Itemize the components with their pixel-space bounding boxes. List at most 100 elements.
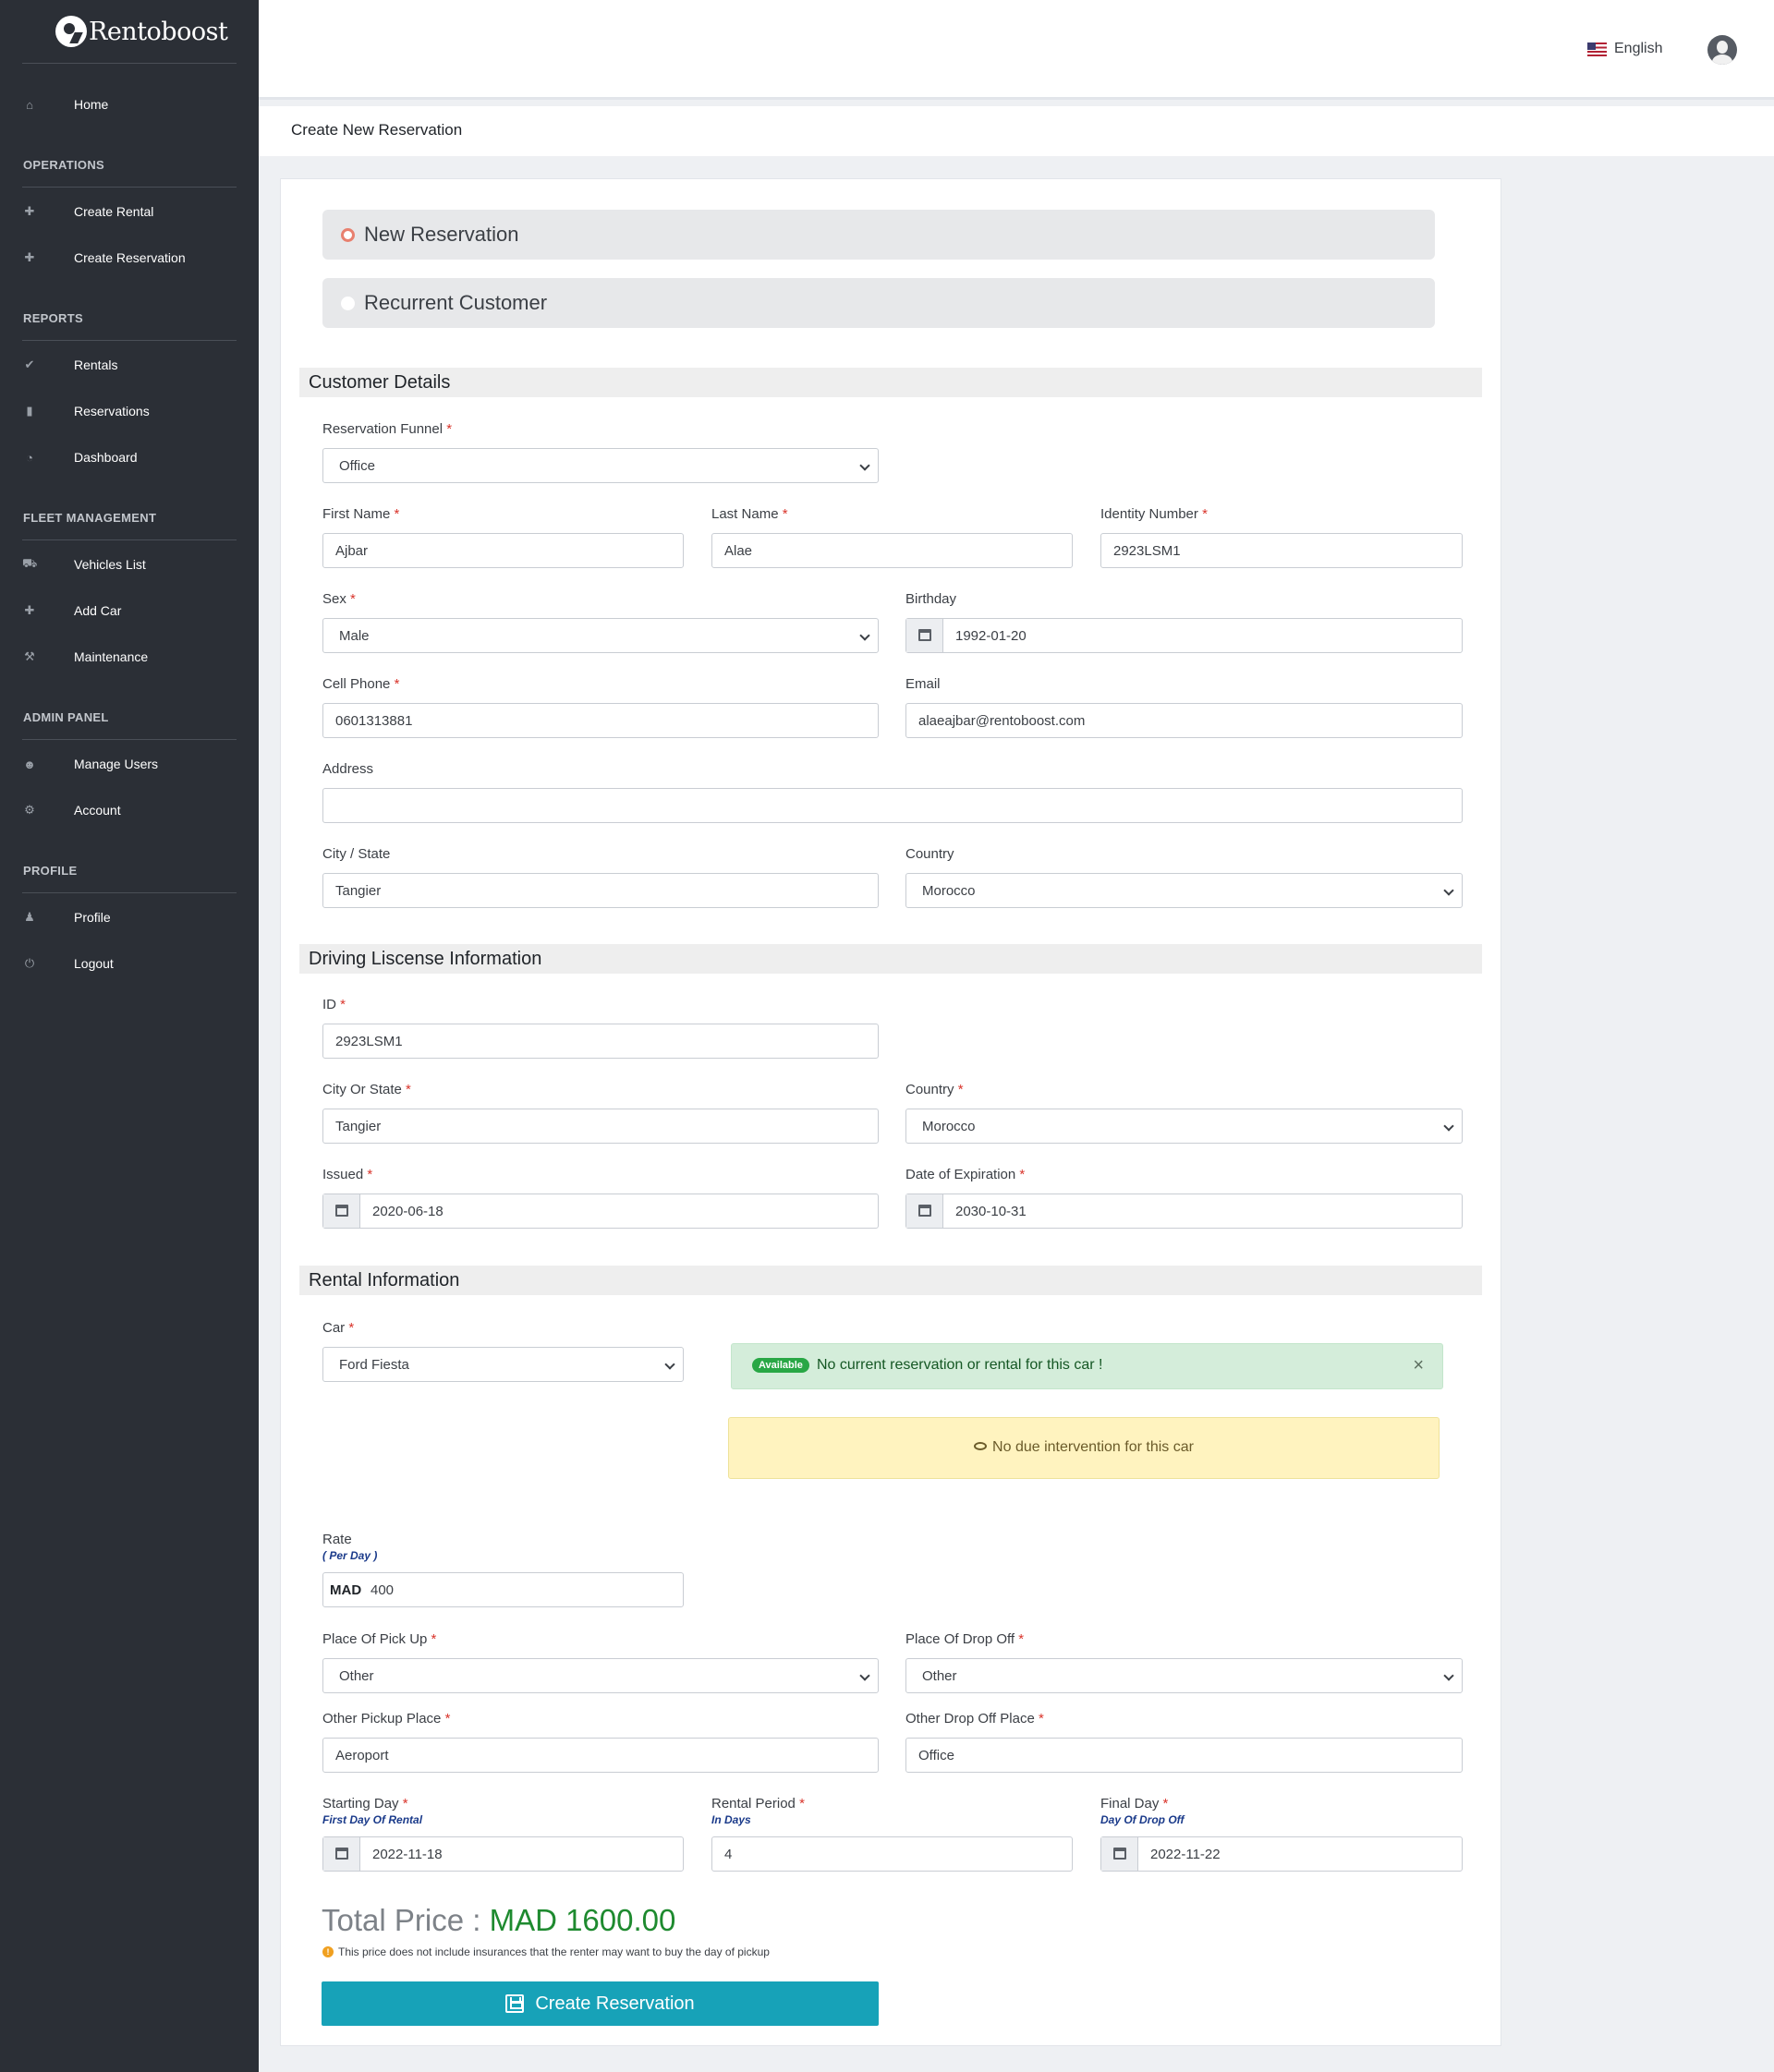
final-day-sublabel: Day Of Drop Off xyxy=(1100,1813,1185,1826)
dashboard-icon: ◔ xyxy=(26,450,33,465)
rental-period-field[interactable]: 4 xyxy=(711,1836,1073,1872)
chevron-down-icon xyxy=(1443,1670,1454,1681)
last-name-label: Last Name * xyxy=(711,506,788,522)
sidebar-item-label: Dashboard xyxy=(74,450,138,465)
calendar-icon xyxy=(323,1194,360,1228)
divider xyxy=(22,187,237,188)
section-profile: PROFILE xyxy=(23,864,78,878)
divider xyxy=(22,539,237,540)
radio-unchecked-icon xyxy=(341,297,355,310)
address-field[interactable] xyxy=(322,788,1463,823)
section-title: Driving Liscense Information xyxy=(309,949,542,969)
calendar-icon xyxy=(906,1194,943,1228)
starting-day-sublabel: First Day Of Rental xyxy=(322,1813,423,1826)
cell-phone-field[interactable]: 0601313881 xyxy=(322,703,879,738)
other-dropoff-field[interactable]: Office xyxy=(905,1738,1463,1773)
email-label: Email xyxy=(905,676,941,692)
pickup-place-select[interactable]: Other xyxy=(322,1658,879,1693)
user-avatar[interactable] xyxy=(1707,35,1737,65)
section-title: Customer Details xyxy=(309,372,451,393)
license-id-field[interactable]: 2923LSM1 xyxy=(322,1024,879,1059)
sidebar-item-label: Add Car xyxy=(74,603,122,618)
topbar: English xyxy=(259,0,1774,100)
birthday-field[interactable]: 1992-01-20 xyxy=(905,618,1463,653)
sidebar-item-create-rental[interactable]: ✚ Create Rental xyxy=(0,196,259,227)
sidebar-item-create-reservation[interactable]: ✚ Create Reservation xyxy=(0,242,259,273)
section-title: Rental Information xyxy=(309,1270,460,1290)
city-state-label: City / State xyxy=(322,846,391,862)
price-note-text: This price does not include insurances t… xyxy=(338,1945,770,1958)
identity-number-field[interactable]: 2923LSM1 xyxy=(1100,533,1463,568)
country-select[interactable]: Morocco xyxy=(905,873,1463,908)
divider xyxy=(22,892,237,893)
radio-label: New Reservation xyxy=(364,223,519,246)
first-name-field[interactable]: Ajbar xyxy=(322,533,684,568)
rate-field[interactable]: MAD 400 xyxy=(322,1572,684,1607)
reservation-funnel-select[interactable]: Office xyxy=(322,448,879,483)
city-state-field[interactable]: Tangier xyxy=(322,873,879,908)
rental-period-sublabel: In Days xyxy=(711,1813,751,1826)
bookmark-icon: ▮ xyxy=(26,404,33,418)
license-city-field[interactable]: Tangier xyxy=(322,1109,879,1144)
car-label: Car * xyxy=(322,1320,355,1336)
sidebar-item-profile[interactable]: ♟ Profile xyxy=(0,902,259,933)
radio-label: Recurrent Customer xyxy=(364,291,548,314)
sidebar-item-dashboard[interactable]: ◔ Dashboard xyxy=(0,442,259,473)
other-pickup-field[interactable]: Aeroport xyxy=(322,1738,879,1773)
create-reservation-button[interactable]: Create Reservation xyxy=(322,1981,879,2026)
section-driving-license: Driving Liscense Information xyxy=(299,944,1482,974)
other-dropoff-label: Other Drop Off Place * xyxy=(905,1711,1044,1727)
sidebar-item-label: Home xyxy=(74,97,109,112)
chevron-down-icon xyxy=(664,1359,675,1370)
sidebar-item-label: Reservations xyxy=(74,404,150,418)
issued-date-field[interactable]: 2020-06-18 xyxy=(322,1194,879,1229)
dropoff-place-label: Place Of Drop Off * xyxy=(905,1631,1025,1647)
sidebar-item-add-car[interactable]: ✚ Add Car xyxy=(0,595,259,626)
rate-sublabel: ( Per Day ) xyxy=(322,1549,378,1562)
sidebar-item-label: Logout xyxy=(74,956,114,971)
users-icon: ☻ xyxy=(23,757,36,771)
power-icon: ⏻ xyxy=(24,956,35,970)
currency-prefix: MAD xyxy=(330,1582,362,1598)
car-select[interactable]: Ford Fiesta xyxy=(322,1347,684,1382)
chevron-down-icon xyxy=(859,1670,870,1681)
sidebar-item-label: Maintenance xyxy=(74,649,149,664)
sidebar-item-account[interactable]: ⚙ Account xyxy=(0,794,259,826)
sidebar-item-manage-users[interactable]: ☻ Manage Users xyxy=(0,748,259,780)
sidebar-item-home[interactable]: ⌂ Home xyxy=(0,89,259,120)
sidebar-item-rentals[interactable]: ✔ Rentals xyxy=(0,349,259,381)
license-country-select[interactable]: Morocco xyxy=(905,1109,1463,1144)
radio-checked-icon xyxy=(341,228,355,242)
expiration-label: Date of Expiration * xyxy=(905,1167,1026,1182)
sex-select[interactable]: Male xyxy=(322,618,879,653)
plus-icon: ✚ xyxy=(24,603,35,617)
calendar-icon xyxy=(323,1837,360,1871)
sidebar-item-maintenance[interactable]: ⚒ Maintenance xyxy=(0,641,259,672)
chevron-down-icon xyxy=(859,460,870,471)
final-day-field[interactable]: 2022-11-22 xyxy=(1100,1836,1463,1872)
section-rental-information: Rental Information xyxy=(299,1266,1482,1295)
app-logo[interactable]: Rentoboost xyxy=(55,13,228,50)
logo-mark-icon xyxy=(55,16,87,47)
sidebar-item-label: Account xyxy=(74,803,121,818)
sidebar-item-vehicles-list[interactable]: ⛟ Vehicles List xyxy=(0,549,259,580)
save-icon xyxy=(505,1994,525,2013)
sidebar-item-reservations[interactable]: ▮ Reservations xyxy=(0,395,259,427)
radio-recurrent-customer[interactable]: Recurrent Customer xyxy=(322,278,1435,328)
email-field[interactable]: alaeajbar@rentoboost.com xyxy=(905,703,1463,738)
rental-period-label: Rental Period * xyxy=(711,1796,805,1811)
starting-day-field[interactable]: 2022-11-18 xyxy=(322,1836,684,1872)
rate-label: Rate xyxy=(322,1532,352,1547)
sidebar-item-logout[interactable]: ⏻ Logout xyxy=(0,948,259,979)
section-admin-panel: ADMIN PANEL xyxy=(23,710,109,724)
create-reservation-label: Create Reservation xyxy=(535,1993,695,2014)
divider xyxy=(22,340,237,341)
wrench-icon: ⚒ xyxy=(24,649,35,663)
expiration-date-field[interactable]: 2030-10-31 xyxy=(905,1194,1463,1229)
first-name-label: First Name * xyxy=(322,506,400,522)
dropoff-place-select[interactable]: Other xyxy=(905,1658,1463,1693)
radio-new-reservation[interactable]: New Reservation xyxy=(322,210,1435,260)
last-name-field[interactable]: Alae xyxy=(711,533,1073,568)
close-icon[interactable]: × xyxy=(1413,1355,1424,1376)
language-selector[interactable]: English xyxy=(1587,41,1662,57)
